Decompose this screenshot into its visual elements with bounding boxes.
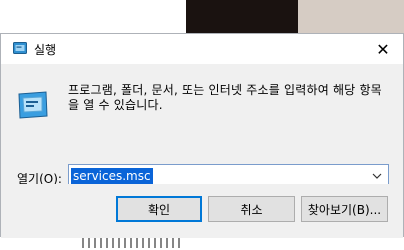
dialog-description: 프로그램, 폴더, 문서, 또는 인터넷 주소를 입력하여 해당 항목을 열 수… — [68, 83, 382, 112]
run-icon — [16, 90, 50, 120]
title-bar[interactable]: 실행 ✕ — [1, 34, 403, 64]
window-title: 실행 — [34, 43, 57, 57]
run-icon — [13, 42, 27, 54]
chevron-down-icon[interactable] — [370, 169, 384, 183]
background-bottom-area — [0, 236, 404, 250]
run-dialog: 실행 ✕ 프로그램, 폴더, 문서, 또는 인터넷 주소를 입력하여 해당 항목… — [0, 33, 404, 238]
close-button[interactable]: ✕ — [363, 34, 403, 64]
background-light-area — [298, 0, 404, 34]
ok-button[interactable]: 확인 — [116, 196, 202, 222]
open-input[interactable]: services.msc — [71, 168, 153, 184]
browse-button[interactable]: 찾아보기(B)... — [301, 196, 388, 222]
dialog-content: 프로그램, 폴더, 문서, 또는 인터넷 주소를 입력하여 해당 항목을 열 수… — [1, 64, 403, 188]
background-text-fragment — [82, 238, 182, 248]
close-icon: ✕ — [376, 39, 390, 59]
button-bar: 확인 취소 찾아보기(B)... — [1, 184, 403, 238]
cancel-button[interactable]: 취소 — [208, 196, 295, 222]
background-dark-area — [186, 0, 298, 34]
